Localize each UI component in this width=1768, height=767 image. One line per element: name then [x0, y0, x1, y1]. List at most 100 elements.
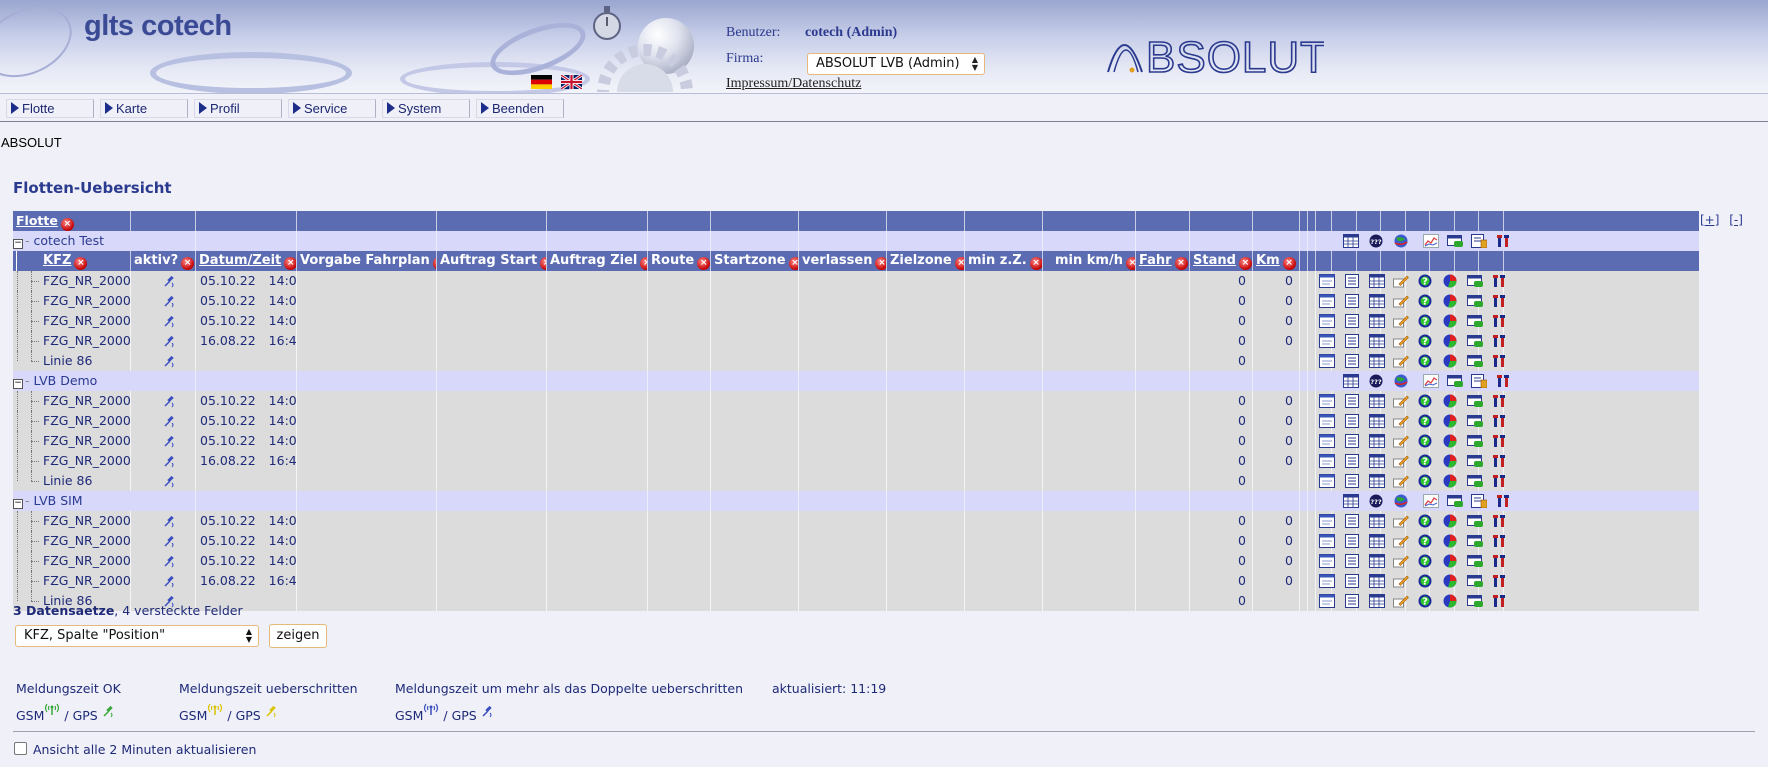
table-icon[interactable] [1369, 534, 1385, 548]
edit-icon[interactable] [1393, 274, 1409, 288]
pie-chart-icon[interactable] [1442, 314, 1458, 328]
column-label[interactable]: KFZ [43, 253, 71, 268]
edit-icon[interactable] [1393, 294, 1409, 308]
pie-chart-icon[interactable] [1442, 554, 1458, 568]
globe-icon[interactable] [1393, 494, 1409, 508]
column-header-stand[interactable]: Stand × [1190, 251, 1253, 271]
table-icon[interactable] [1369, 294, 1385, 308]
list-icon[interactable] [1344, 554, 1360, 568]
auto-refresh-checkbox[interactable] [14, 742, 27, 755]
table-icon[interactable] [1369, 474, 1385, 488]
truck-card-icon[interactable] [1467, 534, 1483, 548]
edit-icon[interactable] [1393, 574, 1409, 588]
tools-icon[interactable] [1492, 294, 1508, 308]
remove-column-icon[interactable]: × [1238, 257, 1252, 270]
column-header-min-z-z-[interactable]: min z.Z. × [965, 251, 1043, 271]
remove-column-icon[interactable]: × [875, 257, 886, 270]
window-icon[interactable] [1319, 594, 1335, 608]
column-header-auftrag-start[interactable]: Auftrag Start× [437, 251, 547, 271]
report-icon[interactable] [1471, 494, 1488, 509]
remove-column-icon[interactable]: × [697, 257, 710, 270]
menu-item-profil[interactable]: Profil [194, 99, 282, 118]
remove-column-icon[interactable]: × [1125, 257, 1135, 270]
menu-item-service[interactable]: Service [288, 99, 376, 118]
tools-icon[interactable] [1496, 374, 1512, 388]
tools-icon[interactable] [1492, 274, 1508, 288]
vehicle-kfz[interactable]: FZG_NR_20000 [13, 271, 131, 291]
tools-icon[interactable] [1492, 414, 1508, 428]
list-icon[interactable] [1344, 414, 1360, 428]
vehicle-kfz-text[interactable]: FZG_NR_20000 [43, 513, 130, 528]
menu-item-beenden[interactable]: Beenden [476, 99, 564, 118]
unknown-query-icon[interactable]: ??? [1368, 494, 1384, 508]
window-icon[interactable] [1319, 394, 1335, 408]
tools-icon[interactable] [1492, 594, 1508, 608]
column-header-datum-zeit[interactable]: Datum/Zeit × [196, 251, 297, 271]
table-icon[interactable] [1369, 334, 1385, 348]
globe-icon[interactable] [1393, 374, 1409, 388]
vehicle-kfz-text[interactable]: FZG_NR_20001 [43, 293, 130, 308]
table-icon[interactable] [1369, 354, 1385, 368]
truck-card-icon[interactable] [1467, 274, 1483, 288]
vehicle-kfz[interactable]: FZG_NR_20002 [13, 431, 131, 451]
window-icon[interactable] [1319, 334, 1335, 348]
vehicle-kfz-text[interactable]: FZG_NR_20003 [43, 453, 130, 468]
menu-item-karte[interactable]: Karte [100, 99, 188, 118]
list-icon[interactable] [1344, 574, 1360, 588]
tools-icon[interactable] [1492, 574, 1508, 588]
list-icon[interactable] [1344, 434, 1360, 448]
window-icon[interactable] [1319, 454, 1335, 468]
edit-icon[interactable] [1393, 554, 1409, 568]
vehicle-kfz-text[interactable]: Linie 86 [43, 473, 92, 488]
report-icon[interactable] [1471, 374, 1488, 389]
remove-column-icon[interactable]: × [1282, 257, 1296, 270]
vehicle-kfz[interactable]: FZG_NR_20002 [13, 311, 131, 331]
column-header-fahr[interactable]: Fahr × [1136, 251, 1190, 271]
column-header-vorgabe-fahrplan[interactable]: Vorgabe Fahrplan× [297, 251, 437, 271]
edit-icon[interactable] [1393, 454, 1409, 468]
vehicle-kfz-text[interactable]: FZG_NR_20000 [43, 393, 130, 408]
list-icon[interactable] [1344, 534, 1360, 548]
remove-column-icon[interactable]: × [74, 257, 88, 270]
truck-card-icon[interactable] [1467, 554, 1483, 568]
chart-icon[interactable] [1423, 494, 1439, 508]
collapse-tree-icon[interactable]: − [13, 239, 23, 249]
auto-refresh-option[interactable]: Ansicht alle 2 Minuten aktualisieren [14, 742, 256, 757]
list-icon[interactable] [1344, 314, 1360, 328]
help-icon[interactable]: ? [1417, 554, 1433, 568]
table-icon[interactable] [1369, 394, 1385, 408]
column-header-aktiv-[interactable]: aktiv? × [131, 251, 196, 271]
table-icon[interactable] [1369, 574, 1385, 588]
table-icon[interactable] [1369, 434, 1385, 448]
column-header-verlassen[interactable]: verlassen × [799, 251, 887, 271]
edit-icon[interactable] [1393, 394, 1409, 408]
truck-card-icon[interactable] [1467, 594, 1483, 608]
edit-icon[interactable] [1393, 314, 1409, 328]
vehicle-kfz[interactable]: FZG_NR_20001 [13, 291, 131, 311]
list-icon[interactable] [1344, 454, 1360, 468]
vehicle-kfz-text[interactable]: FZG_NR_20002 [43, 553, 130, 568]
window-icon[interactable] [1319, 274, 1335, 288]
tools-icon[interactable] [1492, 474, 1508, 488]
list-icon[interactable] [1344, 334, 1360, 348]
tools-icon[interactable] [1492, 334, 1508, 348]
window-icon[interactable] [1319, 434, 1335, 448]
help-icon[interactable]: ? [1417, 394, 1433, 408]
window-icon[interactable] [1319, 534, 1335, 548]
tools-icon[interactable] [1492, 314, 1508, 328]
help-icon[interactable]: ? [1417, 274, 1433, 288]
edit-icon[interactable] [1393, 474, 1409, 488]
show-button[interactable]: zeigen [269, 624, 327, 648]
tools-icon[interactable] [1492, 534, 1508, 548]
help-icon[interactable]: ? [1417, 594, 1433, 608]
column-select[interactable]: KFZ, Spalte "Position" ▲ ▼ [15, 625, 259, 647]
vehicle-kfz-text[interactable]: FZG_NR_20002 [43, 433, 130, 448]
vehicle-kfz-text[interactable]: Linie 86 [43, 353, 92, 368]
truck-card-icon[interactable] [1467, 474, 1483, 488]
flotte-sort-link[interactable]: Flotte [16, 213, 58, 228]
tools-icon[interactable] [1496, 494, 1512, 508]
report-icon[interactable] [1471, 234, 1488, 249]
list-icon[interactable] [1344, 594, 1360, 608]
column-label[interactable]: Datum/Zeit [199, 253, 281, 268]
pie-chart-icon[interactable] [1442, 274, 1458, 288]
